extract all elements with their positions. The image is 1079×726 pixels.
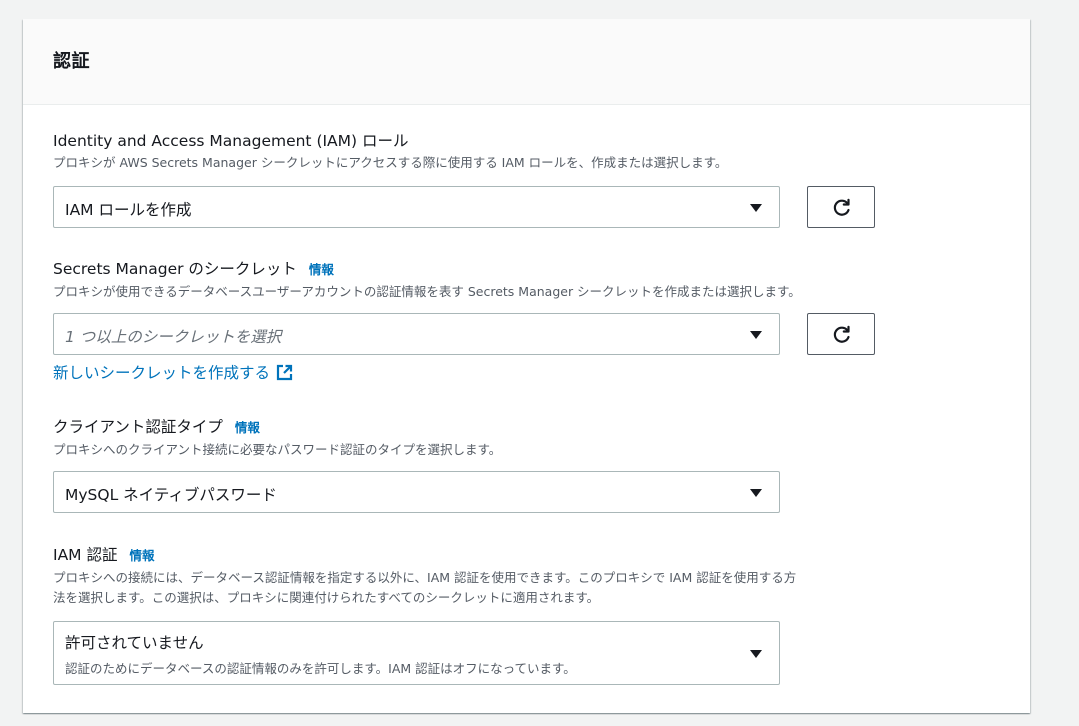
iam-auth-description-line2: 法を選択します。この選択は、プロキシに関連付けられたすべてのシークレットに適用さ… [53,590,600,605]
panel-title: 認証 [53,51,90,72]
create-secret-link[interactable]: 新しいシークレットを作成する [53,361,293,383]
iam-role-select[interactable]: IAM ロールを作成 [53,186,780,228]
iam-role-refresh-button[interactable] [807,186,875,228]
iam-auth-info-link[interactable]: 情報 [129,548,154,563]
client-auth-label-row: クライアント認証タイプ 情報 [53,417,1033,438]
iam-auth-select[interactable]: 許可されていません 認証のためにデータベースの認証情報のみを許可します。IAM … [53,621,780,685]
iam-role-label: Identity and Access Management (IAM) ロール [53,132,409,150]
client-auth-label: クライアント認証タイプ [53,418,223,436]
iam-auth-label-row: IAM 認証 情報 [53,545,1033,566]
client-auth-select[interactable]: MySQL ネイティブパスワード [53,471,780,513]
client-auth-description: プロキシへのクライアント接続に必要なパスワード認証のタイプを選択します。 [53,442,502,457]
create-secret-link-label: 新しいシークレットを作成する [53,364,271,382]
caret-down-icon [750,489,762,497]
iam-auth-description: プロキシへの接続には、データベース認証情報を指定する以外に、IAM 認証を使用で… [53,568,1033,608]
caret-down-icon [750,204,762,212]
refresh-icon [833,198,850,216]
secrets-field: Secrets Manager のシークレット 情報 プロキシが使用できるデータベ… [53,259,1033,302]
iam-role-field: Identity and Access Management (IAM) ロール… [53,131,1033,173]
authentication-panel: 認証 Identity and Access Management (IAM) … [23,19,1030,713]
secrets-refresh-button[interactable] [807,313,875,355]
external-link-icon [276,364,293,381]
client-auth-info-link[interactable]: 情報 [235,420,260,435]
refresh-icon [833,325,850,343]
iam-auth-label: IAM 認証 [53,546,118,564]
secrets-info-link[interactable]: 情報 [309,262,334,277]
secrets-description: プロキシが使用できるデータベースユーザーアカウントの認証情報を表す Secret… [53,284,801,299]
secrets-label-row: Secrets Manager のシークレット 情報 [53,259,1033,280]
secrets-placeholder: 1 つ以上のシークレットを選択 [65,328,282,346]
iam-auth-description-line1: プロキシへの接続には、データベース認証情報を指定する以外に、IAM 認証を使用で… [53,570,797,585]
iam-role-description: プロキシが AWS Secrets Manager シークレットにアクセスする際… [53,155,728,170]
iam-auth-selected-description: 認証のためにデータベースの認証情報のみを許可します。IAM 認証はオフになってい… [65,661,576,676]
iam-auth-selected-value: 許可されていません [65,634,204,652]
client-auth-selected-value: MySQL ネイティブパスワード [65,486,277,504]
iam-role-selected-value: IAM ロールを作成 [65,201,192,219]
secrets-select[interactable]: 1 つ以上のシークレットを選択 [53,313,780,355]
caret-down-icon [750,650,762,658]
client-auth-field: クライアント認証タイプ 情報 プロキシへのクライアント接続に必要なパスワード認証の… [53,417,1033,460]
iam-auth-field: IAM 認証 情報 プロキシへの接続には、データベース認証情報を指定する以外に、I… [53,545,1033,608]
panel-header: 認証 [23,19,1030,105]
caret-down-icon [750,331,762,339]
secrets-label: Secrets Manager のシークレット [53,260,297,278]
